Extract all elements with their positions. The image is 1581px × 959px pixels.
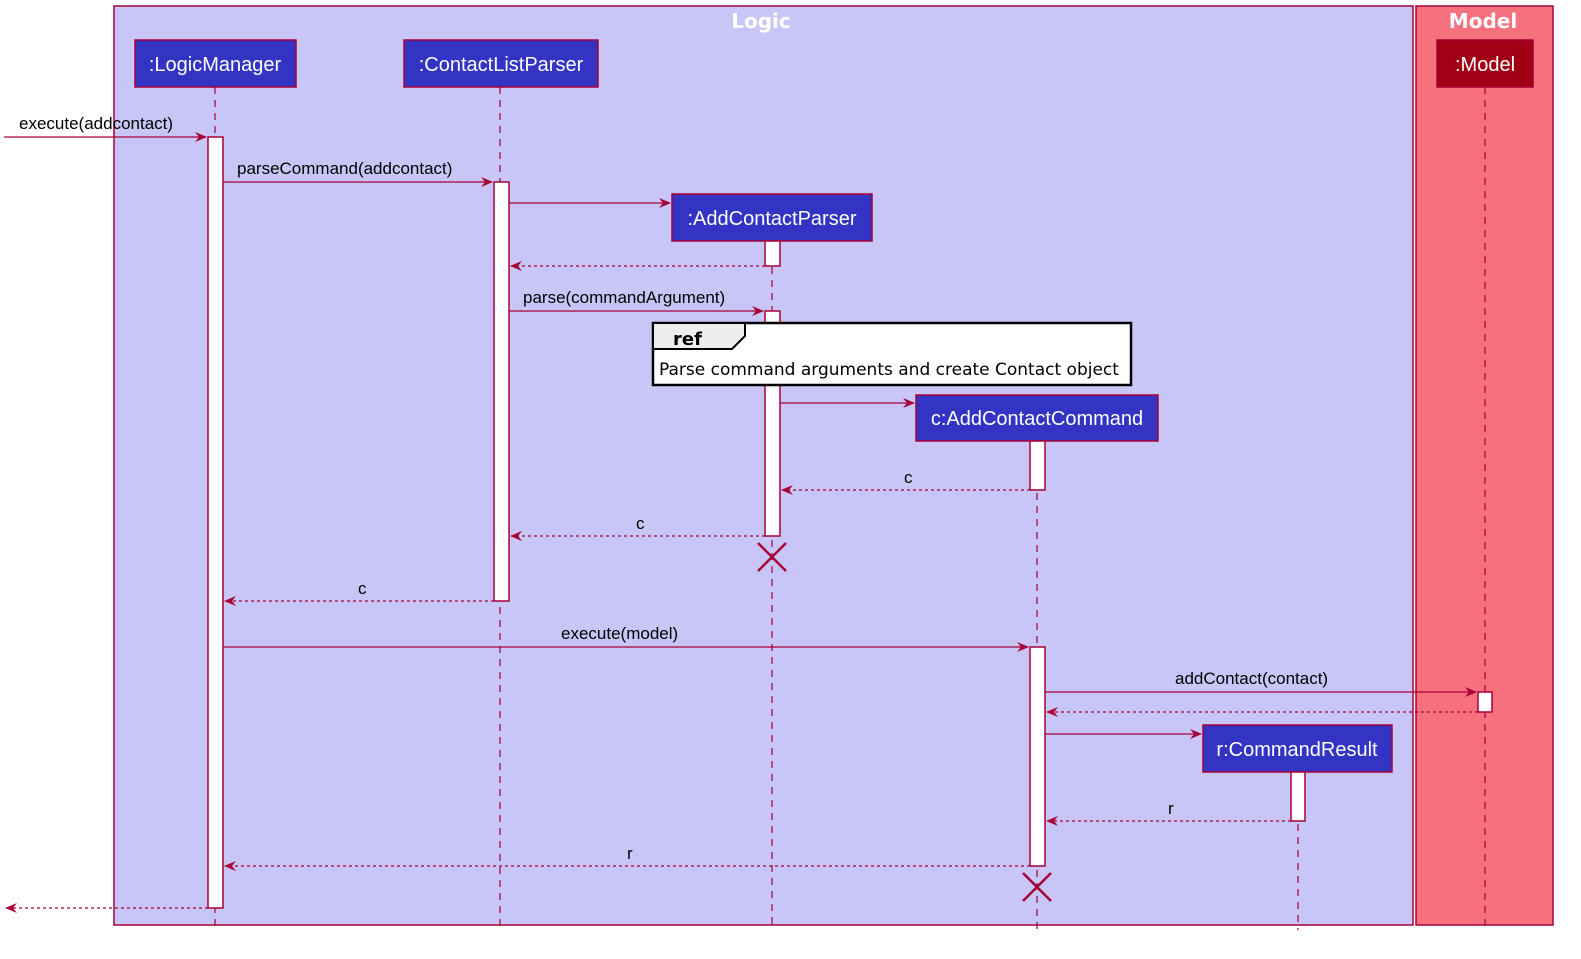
participant-commandresult[interactable]: r:CommandResult <box>1202 724 1393 773</box>
activation-contactlistparser <box>493 181 510 602</box>
activation-addcontactcommand-create <box>1029 440 1046 491</box>
message-label-parse: parse(commandArgument) <box>523 288 725 307</box>
participant-model[interactable]: :Model <box>1436 39 1534 88</box>
participant-label: c:AddContactCommand <box>931 408 1143 430</box>
message-label-parsecommand: parseCommand(addcontact) <box>237 159 452 178</box>
participant-logicmanager[interactable]: :LogicManager <box>134 39 297 88</box>
participant-label: r:CommandResult <box>1216 739 1378 761</box>
group-model-title: Model <box>1449 9 1517 33</box>
activation-model <box>1477 691 1493 713</box>
participant-label: :AddContactParser <box>688 208 857 230</box>
message-label-return-c-2: c <box>636 514 645 533</box>
message-label-return-c-1: c <box>904 468 913 487</box>
group-logic-box <box>113 5 1414 926</box>
ref-tag: ref <box>673 329 702 350</box>
activation-addcontactcommand-execute <box>1029 646 1046 867</box>
activation-commandresult <box>1290 771 1306 822</box>
message-label-return-r-1: r <box>1168 799 1174 818</box>
activation-logicmanager <box>207 136 224 909</box>
message-label-addcontact: addContact(contact) <box>1175 669 1328 688</box>
participant-contactlistparser[interactable]: :ContactListParser <box>403 39 599 88</box>
participant-label: :LogicManager <box>149 54 282 76</box>
message-label-execute-addcontact: execute(addcontact) <box>19 114 173 133</box>
sequence-diagram: Logic Model :LogicManager :ContactListPa… <box>4 5 1554 930</box>
group-logic-title: Logic <box>731 9 791 33</box>
participant-label: :ContactListParser <box>419 54 584 76</box>
group-logic: Logic <box>113 5 1414 926</box>
message-label-return-r-2: r <box>627 844 633 863</box>
activation-addcontactparser-create <box>764 240 781 267</box>
message-label-execute-model: execute(model) <box>561 624 678 643</box>
ref-text: Parse command arguments and create Conta… <box>659 360 1119 380</box>
ref-fragment: ref Parse command arguments and create C… <box>651 321 1133 387</box>
participant-addcontactcommand[interactable]: c:AddContactCommand <box>915 394 1159 442</box>
participant-addcontactparser[interactable]: :AddContactParser <box>671 193 873 242</box>
participant-label: :Model <box>1455 54 1515 76</box>
message-label-return-c-3: c <box>358 579 367 598</box>
